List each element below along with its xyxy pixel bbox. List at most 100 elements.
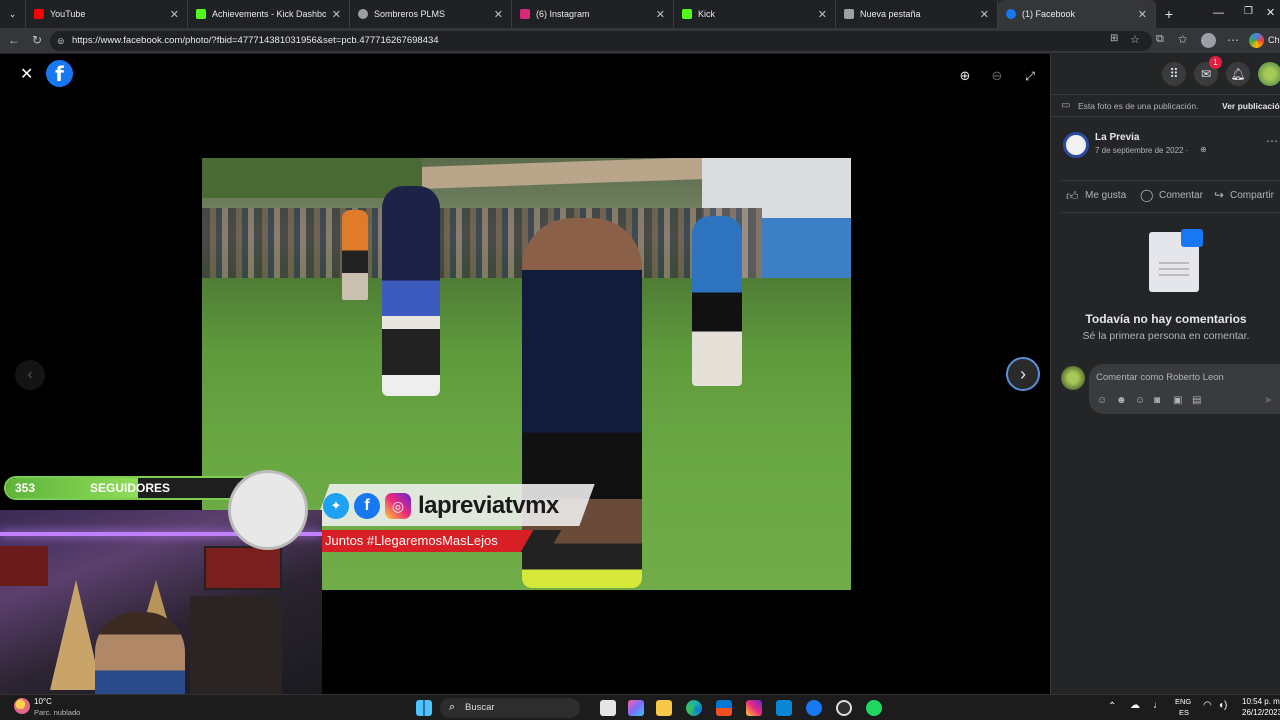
sticker-icon[interactable]: ▤ [1192, 395, 1201, 406]
profile-avatar[interactable] [1201, 33, 1216, 48]
post-sidebar: ⠿ ✉ 1 🔔︎ ▭ Esta foto es de una publicaci… [1050, 54, 1280, 694]
search-icon: ⌕ [449, 701, 456, 713]
page-avatar[interactable] [1063, 132, 1089, 158]
next-photo-button[interactable]: › [1006, 357, 1040, 391]
like-button[interactable]: Me gusta [1085, 190, 1126, 201]
facebook-icon [1006, 9, 1016, 19]
empty-comments-icon [1149, 229, 1203, 292]
edge-browser-icon[interactable] [686, 700, 702, 716]
close-icon[interactable]: ✕ [332, 8, 341, 21]
more-menu-icon[interactable]: ⋯ [1227, 33, 1239, 47]
bookmark-star-icon[interactable]: ☆ [1130, 33, 1140, 46]
tab-facebook[interactable]: (1) Facebook ✕ [998, 0, 1156, 28]
clock-time[interactable]: 10:54 p. m. [1242, 697, 1280, 706]
favorites-icon[interactable]: ✩ [1178, 33, 1187, 46]
zoom-in-icon[interactable]: ⊕ [953, 64, 977, 88]
install-app-icon[interactable]: ⊞ [1110, 33, 1118, 44]
sidebar-divider [1061, 180, 1280, 181]
instagram-app-icon[interactable] [746, 700, 762, 716]
show-hidden-icons[interactable]: ⌃ [1108, 701, 1116, 712]
youtube-icon [34, 9, 44, 19]
tab-sombreros[interactable]: Sombreros PLMS ✕ [350, 0, 512, 28]
file-explorer-icon[interactable] [656, 700, 672, 716]
send-icon[interactable]: ➤ [1264, 395, 1272, 406]
emoji-icon[interactable]: ☻ [1116, 395, 1127, 406]
post-date[interactable]: 7 de septiembre de 2022 · [1095, 146, 1188, 155]
facebook-logo-icon[interactable]: f [46, 60, 73, 87]
account-avatar[interactable] [1258, 62, 1280, 86]
followers-current: 353 [15, 481, 36, 495]
volume-icon[interactable]: ◖) [1218, 700, 1227, 711]
sidebar-divider [1061, 212, 1280, 213]
url-bar[interactable]: ⊜ https://www.facebook.com/photo/?fbid=4… [50, 31, 1152, 51]
window-close-button[interactable]: ✕ [1266, 6, 1275, 19]
language-bottom[interactable]: ES [1179, 708, 1189, 717]
channel-logo [228, 470, 308, 550]
share-icon: ↪ [1214, 188, 1225, 202]
apps-menu-icon[interactable]: ⠿ [1162, 62, 1186, 86]
language-top[interactable]: ENG [1175, 697, 1191, 706]
post-photo-icon: ▭ [1061, 100, 1071, 111]
followers-label: SEGUIDORES [90, 481, 171, 495]
copilot-icon[interactable] [628, 700, 644, 716]
facebook-icon: f [354, 493, 380, 519]
clock-date[interactable]: 26/12/2023 [1242, 708, 1280, 717]
tab-new-tab[interactable]: Nueva pestaña ✕ [836, 0, 998, 28]
tab-search-button[interactable]: ⌄ [0, 0, 26, 28]
author-name[interactable]: La Previa [1095, 132, 1139, 143]
no-comments-subtitle: Sé la primera persona en comentar. [1082, 330, 1250, 342]
close-icon[interactable]: ✕ [494, 8, 503, 21]
windows-start-icon[interactable] [416, 700, 432, 716]
taskbar-search[interactable]: ⌕ Buscar [440, 698, 580, 718]
back-arrow-icon[interactable]: ← [8, 33, 20, 47]
spotify-icon[interactable] [866, 700, 882, 716]
smiley-icon[interactable]: ☺ [1135, 395, 1145, 406]
vscode-icon[interactable] [776, 700, 792, 716]
extensions-icon[interactable]: ⧉ [1156, 33, 1164, 46]
copilot-icon[interactable] [1249, 33, 1264, 48]
close-icon[interactable]: ✕ [656, 8, 665, 21]
globe-icon: ⊕ [1200, 145, 1207, 154]
tab-kick[interactable]: Kick ✕ [674, 0, 836, 28]
fullscreen-icon[interactable]: ⤢ [1018, 64, 1042, 88]
share-button[interactable]: Compartir [1230, 190, 1274, 201]
weather-icon[interactable] [14, 698, 30, 714]
post-options-icon[interactable]: ⋯ [1266, 134, 1278, 148]
zoom-out-icon[interactable]: ⊖ [985, 64, 1009, 88]
close-viewer-button[interactable]: ✕ [20, 64, 33, 84]
taskbar-search-label: Buscar [465, 702, 495, 713]
no-comments-title: Todavía no hay comentarios [1085, 312, 1247, 326]
microsoft-store-icon[interactable] [716, 700, 732, 716]
camera-icon[interactable]: ◙ [1154, 395, 1160, 406]
view-post-link[interactable]: Ver publicación [1222, 101, 1280, 111]
avatar-sticker-icon[interactable]: ☺ [1097, 395, 1107, 406]
reload-icon[interactable]: ↻ [32, 33, 42, 47]
notifications-bell-icon[interactable]: 🔔︎ [1226, 62, 1250, 86]
minimize-button[interactable]: — [1213, 7, 1224, 19]
close-icon[interactable]: ✕ [170, 8, 179, 21]
close-icon[interactable]: ✕ [980, 8, 989, 21]
tab-instagram[interactable]: (6) Instagram ✕ [512, 0, 674, 28]
task-view-icon[interactable] [600, 700, 616, 716]
comment-button[interactable]: Comentar [1159, 190, 1203, 201]
new-tab-button[interactable]: + [1156, 0, 1182, 28]
comment-input[interactable]: Comentar como Roberto Leon ☺ ☻ ☺ ◙ ▣ ▤ ➤ [1089, 364, 1280, 414]
gif-icon[interactable]: ▣ [1173, 395, 1182, 406]
microphone-icon[interactable]: ♩ [1153, 700, 1163, 711]
maximize-button[interactable]: ❐ [1244, 6, 1253, 17]
close-icon[interactable]: ✕ [818, 8, 827, 21]
tab-kick-dashboard[interactable]: Achievements - Kick Dashboard✕ [188, 0, 350, 28]
sidebar-divider [1051, 116, 1280, 117]
site-info-icon[interactable]: ⊜ [57, 31, 65, 51]
previous-photo-button[interactable]: ‹ [15, 360, 45, 390]
browser-tab-bar: ⌄ YouTube✕ Achievements - Kick Dashboard… [0, 0, 1280, 28]
tab-youtube[interactable]: YouTube ✕ [26, 0, 188, 28]
weather-temp[interactable]: 10°C [34, 697, 52, 706]
obs-icon[interactable] [836, 700, 852, 716]
close-icon[interactable]: ✕ [1138, 8, 1147, 21]
wifi-icon[interactable]: ◠ [1203, 700, 1212, 711]
cloud-sync-icon[interactable]: ☁ [1130, 700, 1140, 711]
facebook-app-icon[interactable] [806, 700, 822, 716]
twitter-icon: ✦ [323, 493, 349, 519]
weather-desc[interactable]: Parc. nublado [34, 708, 80, 717]
